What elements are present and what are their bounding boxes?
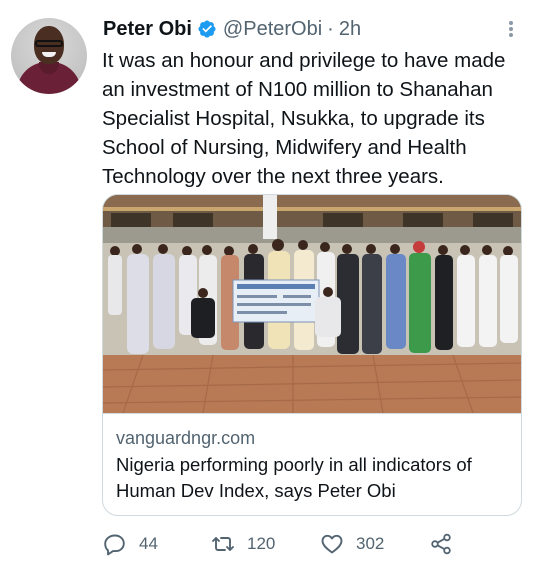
share-button[interactable] <box>429 530 453 558</box>
action-bar: 44 120 302 <box>103 530 463 558</box>
reply-icon <box>104 534 125 556</box>
like-count: 302 <box>356 534 385 553</box>
like-icon <box>321 534 343 554</box>
tweet-text: It was an honour and privilege to have m… <box>102 49 506 188</box>
avatar[interactable] <box>11 18 87 94</box>
more-dot <box>509 27 513 31</box>
share-icon <box>431 533 451 555</box>
verified-badge-icon <box>197 19 217 39</box>
separator-dot: · <box>327 17 334 40</box>
like-button[interactable]: 302 <box>320 530 384 558</box>
link-card[interactable]: vanguardngr.com Nigeria performing poorl… <box>102 194 522 516</box>
card-image <box>103 195 521 413</box>
author-name[interactable]: Peter Obi <box>103 18 192 41</box>
tweet-header: Peter Obi @PeterObi · 2h <box>103 16 361 42</box>
retweet-button[interactable]: 120 <box>211 530 275 558</box>
tweet-timestamp[interactable]: 2h <box>339 18 361 41</box>
more-options-icon[interactable] <box>506 18 516 40</box>
tweet[interactable]: Peter Obi @PeterObi · 2h It was an honou… <box>0 0 539 569</box>
reply-button[interactable]: 44 <box>103 530 158 558</box>
card-domain: vanguardngr.com <box>116 428 256 448</box>
retweet-icon <box>212 537 234 551</box>
more-dot <box>509 21 513 25</box>
retweet-count: 120 <box>247 534 276 553</box>
card-meta: vanguardngr.com Nigeria performing poorl… <box>103 413 521 515</box>
reply-count: 44 <box>139 534 158 553</box>
avatar-glasses <box>35 40 63 47</box>
more-dot <box>509 33 513 37</box>
card-title: Nigeria performing poorly in all indicat… <box>116 454 472 501</box>
author-handle[interactable]: @PeterObi <box>223 18 322 41</box>
